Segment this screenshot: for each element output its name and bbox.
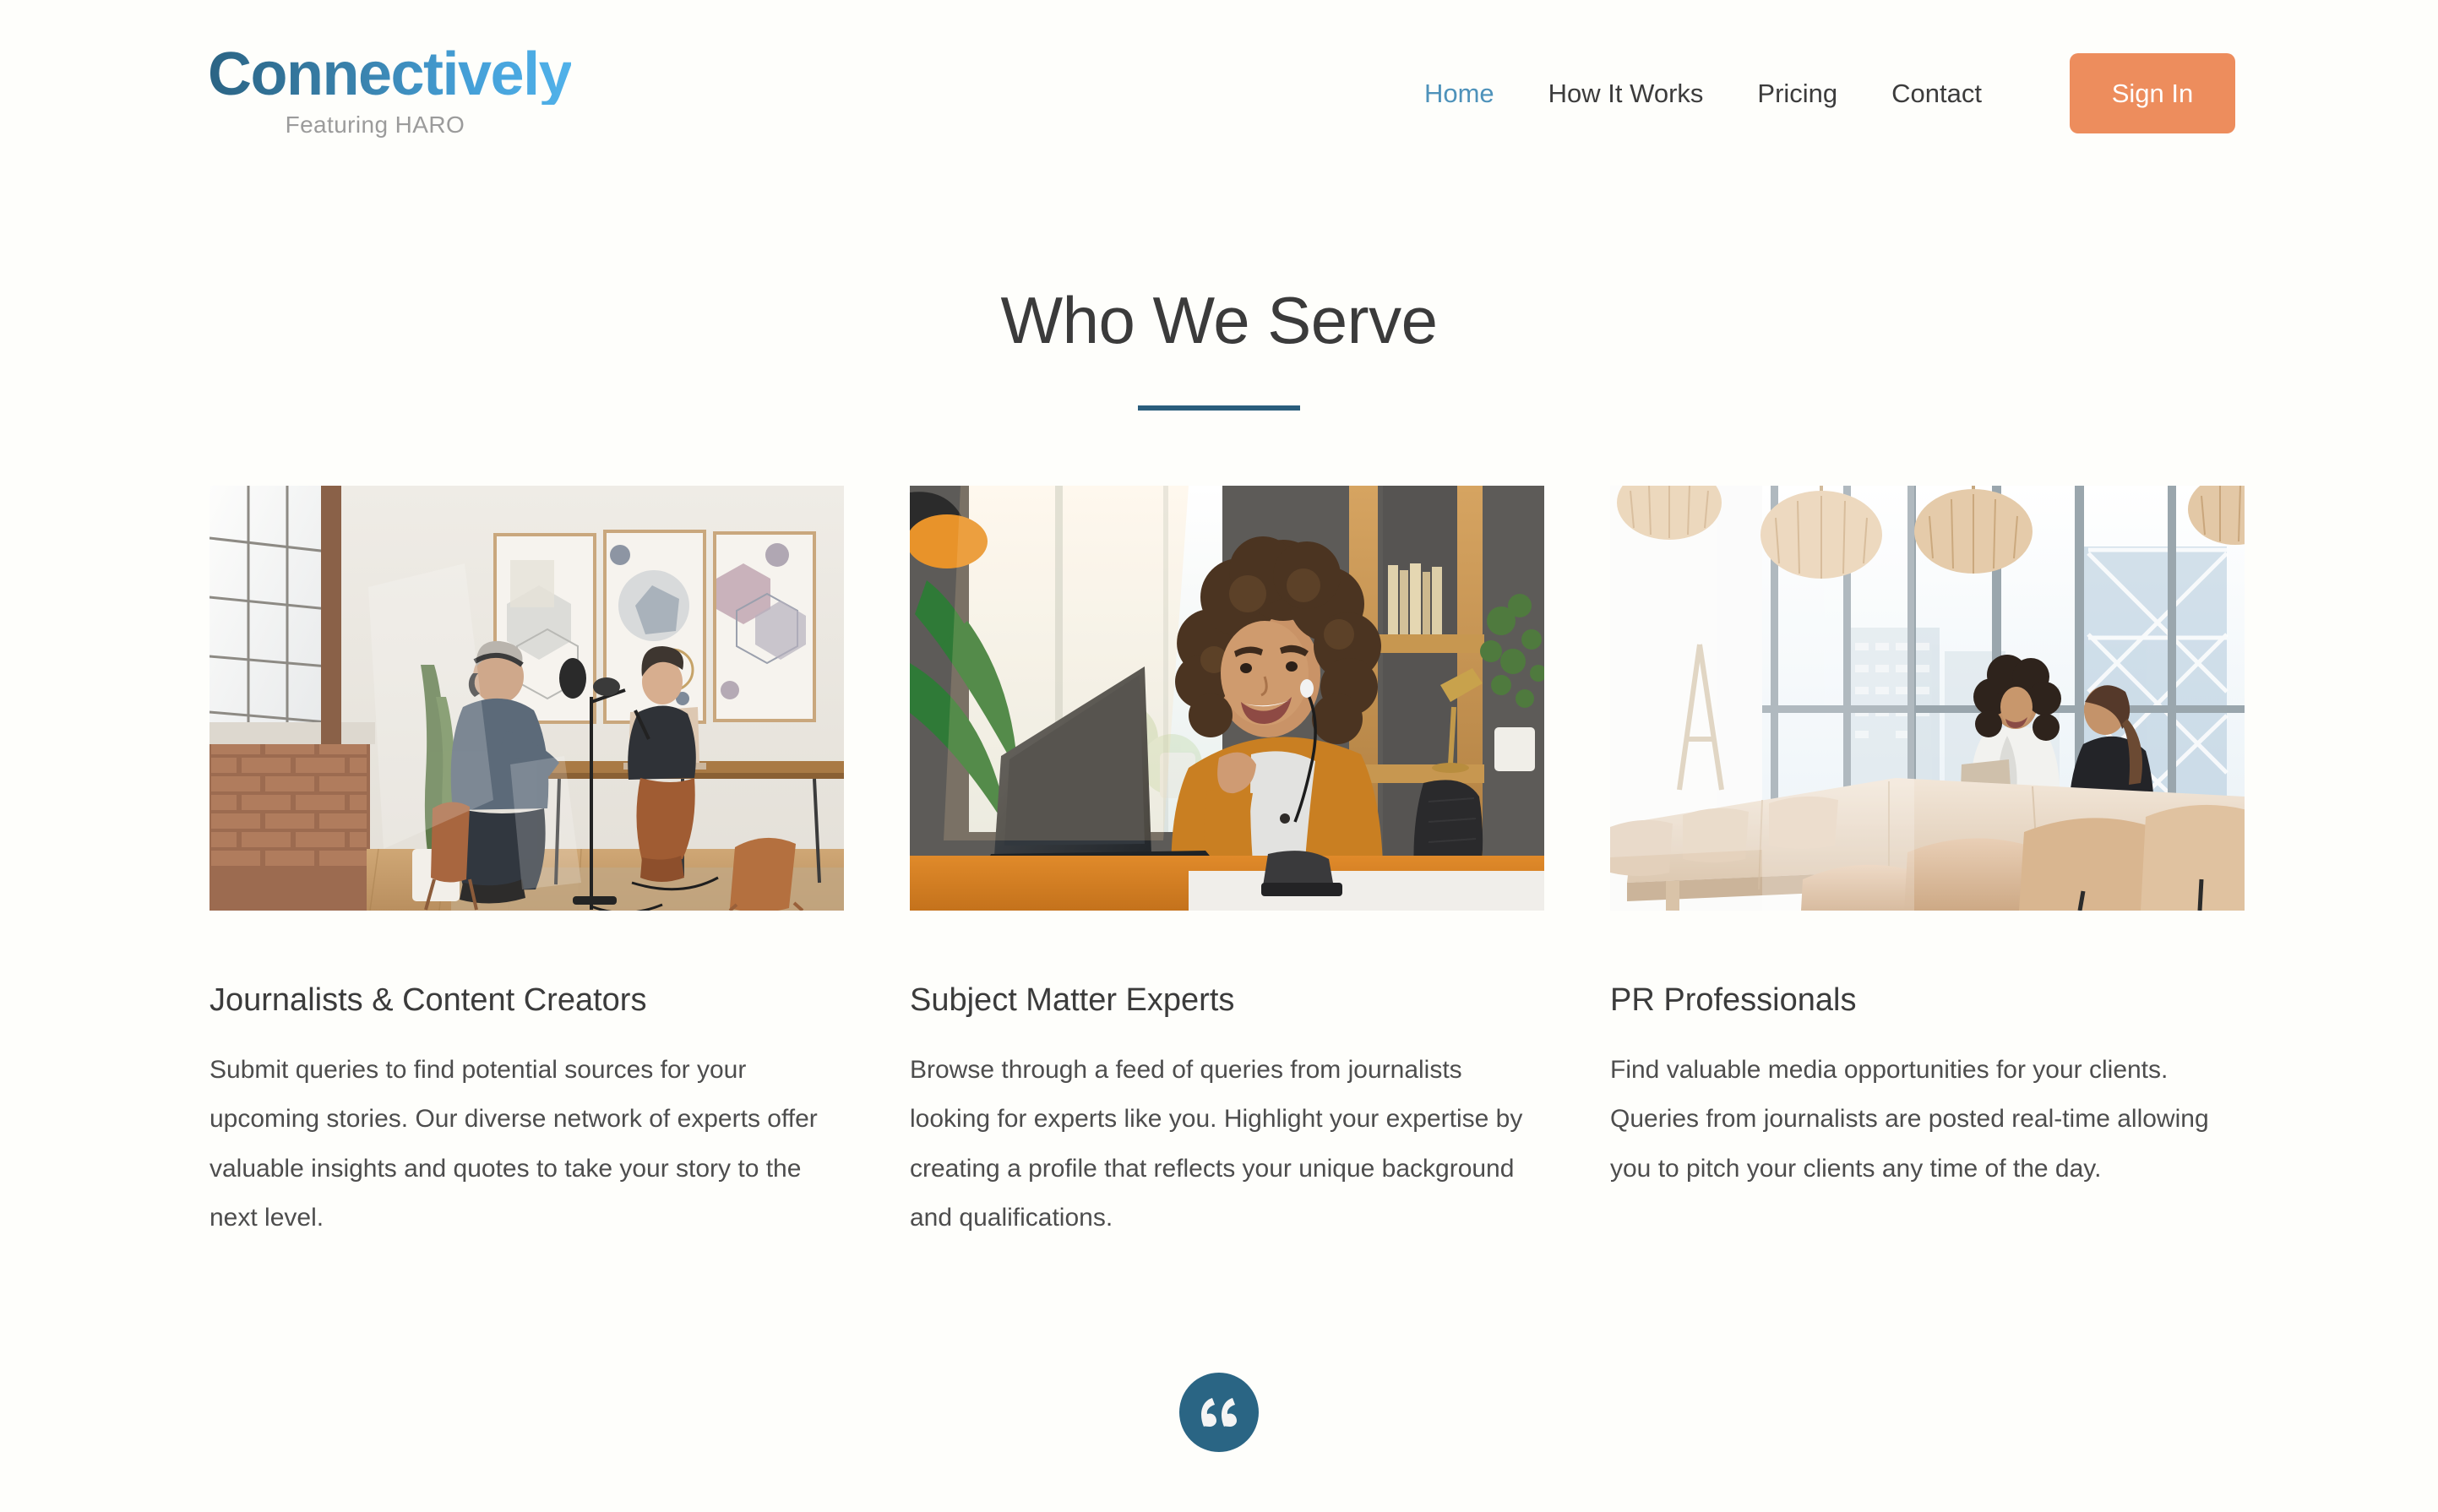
title-divider: [1138, 405, 1300, 411]
sign-in-button[interactable]: Sign In: [2070, 53, 2235, 133]
brand-wordmark: Connectively: [208, 41, 573, 108]
audience-card-pr: PR Professionals Find valuable media opp…: [1610, 486, 2245, 1243]
card-title: Subject Matter Experts: [910, 982, 1235, 1018]
card-description: Browse through a feed of queries from jo…: [910, 1055, 1523, 1232]
brand-logo[interactable]: Connectively Featuring HARO: [208, 41, 573, 138]
expert-at-laptop-image: [910, 486, 1544, 911]
card-description: Find valuable media opportunities for yo…: [1610, 1055, 2209, 1183]
nav-item-how-it-works[interactable]: How It Works: [1521, 79, 1731, 109]
card-title: PR Professionals: [1610, 982, 1857, 1018]
quote-icon-badge[interactable]: [1179, 1373, 1259, 1452]
nav-item-pricing[interactable]: Pricing: [1730, 79, 1864, 109]
conference-room-image: [1610, 486, 2245, 911]
nav-item-contact[interactable]: Contact: [1864, 79, 2009, 109]
quote-icon: [1201, 1398, 1237, 1427]
who-we-serve-card-grid: Journalists & Content Creators Submit qu…: [210, 486, 2245, 1243]
audience-card-journalists: Journalists & Content Creators Submit qu…: [210, 486, 844, 1243]
audience-card-experts: Subject Matter Experts Browse through a …: [910, 486, 1544, 1243]
primary-navigation: Home How It Works Pricing Contact Sign I…: [1397, 53, 2235, 133]
page-title: Who We Serve: [1000, 283, 1438, 357]
card-description: Submit queries to find potential sources…: [210, 1055, 818, 1232]
page-root: Connectively Featuring HARO Home How It …: [0, 0, 2438, 1512]
section-header: Who We Serve: [0, 287, 2438, 411]
podcast-studio-image: [210, 486, 844, 911]
site-header: Connectively Featuring HARO Home How It …: [0, 0, 2438, 169]
nav-item-home[interactable]: Home: [1397, 79, 1521, 109]
brand-tagline: Featuring HARO: [285, 111, 465, 138]
card-title: Journalists & Content Creators: [210, 982, 647, 1018]
